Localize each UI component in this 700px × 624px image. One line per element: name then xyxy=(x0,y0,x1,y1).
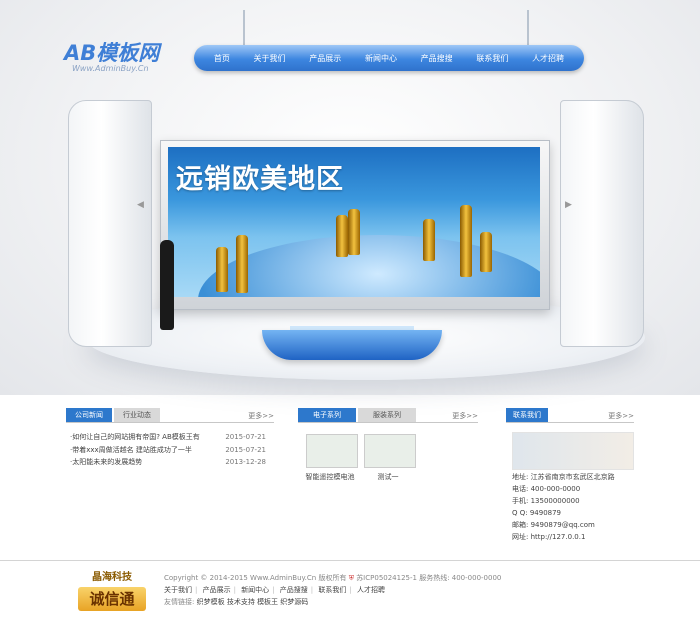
friend-link[interactable]: 模板王 xyxy=(257,598,278,606)
tab-clothing[interactable]: 服装系列 xyxy=(358,408,416,422)
contact-qq: Q Q: 9490879 xyxy=(512,509,562,517)
footer-icp: 苏ICP05024125-1 服务热线: 400-000-0000 xyxy=(356,574,502,582)
contact-box: 联系我们 更多>> 地址: 江苏省南京市玄武区北京路 电话: 400-000-0… xyxy=(506,408,634,543)
chess-piece-graphic xyxy=(216,247,228,292)
news-box: 公司新闻 行业动态 更多>> ·如何让自己的网站拥有帝国? AB模板王有 2015… xyxy=(66,408,274,469)
footer-link-search[interactable]: 产品搜搜 xyxy=(280,586,308,594)
footer-link-about[interactable]: 关于我们 xyxy=(164,586,192,594)
banner-image[interactable]: 远销欧美地区 xyxy=(168,147,540,297)
nav-about[interactable]: 关于我们 xyxy=(254,53,286,64)
product-image[interactable] xyxy=(306,434,358,468)
shield-icon: ⛨ xyxy=(348,574,354,582)
nav-products[interactable]: 产品展示 xyxy=(309,53,341,64)
product-image[interactable] xyxy=(364,434,416,468)
tab-company-news[interactable]: 公司新闻 xyxy=(66,408,112,422)
news-title[interactable]: ·太阳能未来的发展趋势 xyxy=(70,458,142,466)
banner-title: 远销欧美地区 xyxy=(176,164,344,195)
friend-links-label: 友情链接: xyxy=(164,598,195,606)
footer-badge-logo[interactable]: 晶海科技 诚信通 xyxy=(78,568,146,614)
footer-badge-bottom: 诚信通 xyxy=(78,587,146,611)
news-date: 2013-12-28 xyxy=(225,458,266,466)
footer-friend-links: 友情链接: 织梦模板 技术支持 模板王 织梦源码 xyxy=(164,596,501,608)
footer-badge-top: 晶海科技 xyxy=(92,572,132,583)
footer-link-contact[interactable]: 联系我们 xyxy=(318,586,346,594)
nav-hanger-left xyxy=(243,10,245,46)
product-name[interactable]: 测试一 xyxy=(358,472,418,482)
nav-contact[interactable]: 联系我们 xyxy=(476,53,508,64)
nav-product-search[interactable]: 产品搜搜 xyxy=(421,53,453,64)
nav-home[interactable]: 首页 xyxy=(214,53,230,64)
list-item[interactable]: ·太阳能未来的发展趋势 2013-12-28 xyxy=(66,456,274,469)
contact-tabs: 联系我们 更多>> xyxy=(506,408,634,423)
news-tabs: 公司新闻 行业动态 更多>> xyxy=(66,408,274,423)
nav-jobs[interactable]: 人才招聘 xyxy=(532,53,564,64)
list-item[interactable]: ·如何让自己的网站拥有帝国? AB模板王有 2015-07-21 xyxy=(66,431,274,444)
chess-piece-graphic xyxy=(348,209,360,255)
contact-address: 地址: 江苏省南京市玄武区北京路 xyxy=(512,473,615,481)
logo-title: AB模板网 xyxy=(64,41,160,65)
news-more-link[interactable]: 更多>> xyxy=(248,411,274,421)
chess-piece-graphic xyxy=(460,205,472,277)
contact-image xyxy=(512,432,634,470)
friend-link[interactable]: 织梦源码 xyxy=(280,598,308,606)
contact-phone: 电话: 400-000-0000 xyxy=(512,485,581,493)
tab-industry-news[interactable]: 行业动态 xyxy=(114,408,160,422)
site-logo[interactable]: AB模板网 Www.AdminBuy.Cn xyxy=(64,42,159,73)
contact-email: 邮箱: 9490879@qq.com xyxy=(512,521,595,529)
footer-divider xyxy=(0,560,700,561)
chess-piece-graphic xyxy=(423,219,435,261)
banner-next-icon[interactable]: ▶ xyxy=(565,200,572,210)
product-more-link[interactable]: 更多>> xyxy=(452,411,478,421)
chess-piece-graphic xyxy=(236,235,248,293)
friend-link[interactable]: 技术支持 xyxy=(227,598,255,606)
nav-hanger-right xyxy=(527,10,529,46)
news-date: 2015-07-21 xyxy=(225,445,266,454)
contact-website: 网址: http://127.0.0.1 xyxy=(512,533,586,541)
product-box: 电子系列 服装系列 更多>> 智能遥控模电池 测试一 xyxy=(298,408,478,481)
list-item[interactable]: ·带着xxx周做活越名 建站胜成功了一半 2015-07-21 xyxy=(66,444,274,457)
chess-piece-graphic xyxy=(480,232,492,272)
banner-prev-icon[interactable]: ◀ xyxy=(137,200,144,210)
stage-disc xyxy=(262,330,442,360)
stage-pillar-right xyxy=(560,100,644,347)
contact-mobile: 手机: 13500000000 xyxy=(512,497,580,505)
contact-info: 地址: 江苏省南京市玄武区北京路 电话: 400-000-0000 手机: 13… xyxy=(512,471,615,543)
chess-piece-graphic xyxy=(336,215,348,257)
product-name[interactable]: 智能遥控模电池 xyxy=(300,472,360,482)
news-title[interactable]: ·带着xxx周做活越名 建站胜成功了一半 xyxy=(70,446,192,454)
footer-links: 关于我们 | 产品展示 | 新闻中心 | 产品搜搜 | 联系我们 | 人才招聘 xyxy=(164,586,385,594)
footer-info: Copyright © 2014-2015 Www.AdminBuy.Cn 版权… xyxy=(164,572,501,608)
footer-link-jobs[interactable]: 人才招聘 xyxy=(357,586,385,594)
logo-url: Www.AdminBuy.Cn xyxy=(72,64,149,73)
news-list: ·如何让自己的网站拥有帝国? AB模板王有 2015-07-21 ·带着xxx周做… xyxy=(66,431,274,469)
tab-contact[interactable]: 联系我们 xyxy=(506,408,548,422)
news-title[interactable]: ·如何让自己的网站拥有帝国? AB模板王有 xyxy=(70,433,200,441)
friend-link[interactable]: 织梦模板 xyxy=(197,598,225,606)
person-figure-graphic xyxy=(160,240,174,330)
footer-link-news[interactable]: 新闻中心 xyxy=(241,586,269,594)
news-date: 2015-07-21 xyxy=(225,433,266,441)
footer-copyright: Copyright © 2014-2015 Www.AdminBuy.Cn 版权… xyxy=(164,574,347,582)
nav-news[interactable]: 新闻中心 xyxy=(365,53,397,64)
main-nav: 首页 关于我们 产品展示 新闻中心 产品搜搜 联系我们 人才招聘 xyxy=(194,45,584,71)
contact-more-link[interactable]: 更多>> xyxy=(608,411,634,421)
footer-link-products[interactable]: 产品展示 xyxy=(203,586,231,594)
product-tabs: 电子系列 服装系列 更多>> xyxy=(298,408,478,423)
tab-electronics[interactable]: 电子系列 xyxy=(298,408,356,422)
stage-pillar-left xyxy=(68,100,152,347)
footer-copyright-line: Copyright © 2014-2015 Www.AdminBuy.Cn 版权… xyxy=(164,572,501,584)
